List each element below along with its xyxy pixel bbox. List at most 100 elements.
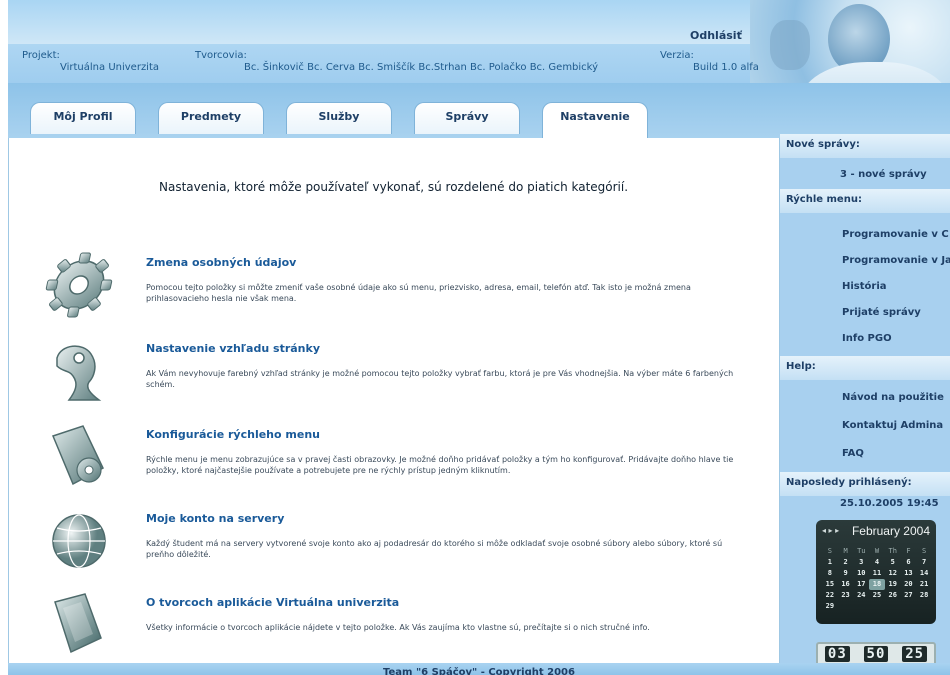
tab-nastavenie[interactable]: Nastavenie (542, 102, 648, 138)
globe-icon (52, 514, 106, 568)
calendar-day[interactable]: 25 (869, 590, 885, 601)
calendar-day[interactable]: 28 (916, 590, 932, 601)
calendar-weekday: W (874, 547, 880, 555)
calendar-day[interactable]: 29 (822, 601, 838, 612)
folder-gear-icon (51, 425, 104, 486)
section-personal-data: Zmena osobných údajov Pomocou tejto polo… (39, 250, 759, 330)
calendar-day[interactable]: 4 (869, 557, 885, 568)
calendar-day[interactable]: 5 (885, 557, 901, 568)
calendar-weekday: M (843, 547, 848, 555)
news-link[interactable]: 3 - nové správy (840, 169, 927, 180)
calendar-day[interactable]: 20 (901, 579, 917, 590)
quick-item-received[interactable]: Prijaté správy (842, 307, 921, 318)
section-authors: O tvorcoch aplikácie Virtuálna univerzit… (39, 590, 759, 670)
calendar-day[interactable]: 9 (838, 568, 854, 579)
tab-spravy[interactable]: Správy (414, 102, 520, 134)
calendar-widget: ◂ ▸ ▸ February 2004 S M Tu W Th F S 1 2 3 4 5 6 7 8 9 10… (816, 520, 936, 624)
calendar-day[interactable]: 6 (901, 557, 917, 568)
right-sidebar: Nové správy: 3 - nové správy Rýchle menu… (780, 134, 950, 666)
section-title-link[interactable]: Konfigurácie rýchleho menu (146, 428, 320, 441)
calendar-day[interactable]: 11 (869, 568, 885, 579)
calendar-week-row: 22 23 24 25 26 27 28 (822, 590, 932, 601)
help-item-manual[interactable]: Návod na použitie (842, 392, 944, 403)
calendar-week-row: 1234567 (822, 557, 932, 568)
calendar-weekday: S (827, 547, 832, 555)
calendar-day (838, 601, 854, 612)
section-quick-menu: Konfigurácie rýchleho menu Rýchle menu j… (39, 422, 759, 502)
tab-moj-profil[interactable]: Môj Profil (30, 102, 136, 134)
calendar-day[interactable]: 2 (838, 557, 854, 568)
calendar-weekday: Th (888, 547, 897, 555)
calendar-day (901, 601, 917, 612)
quick-item-info-pgo[interactable]: Info PGO (842, 333, 892, 344)
tab-sluzby[interactable]: Služby (286, 102, 392, 134)
calendar-day[interactable]: 1 (822, 557, 838, 568)
gear-icon (45, 252, 113, 318)
section-title-link[interactable]: Zmena osobných údajov (146, 256, 296, 269)
page-footer: Team "6 Spáčov" - Copyright 2006 (8, 663, 950, 675)
calendar-day[interactable]: 13 (901, 568, 917, 579)
clock-hours: 03 (824, 646, 850, 662)
help-item-faq[interactable]: FAQ (842, 448, 864, 459)
calendar-day[interactable]: 18 (869, 579, 885, 590)
quick-menu-heading: Rýchle menu: (780, 189, 950, 213)
calendar-day[interactable]: 17 (853, 579, 869, 590)
calendar-week-row: 15 16 17 18 19 20 21 (822, 579, 932, 590)
clock-seconds: 25 (902, 646, 928, 662)
news-heading: Nové správy: (780, 134, 950, 158)
section-description: Pomocou tejto položky si môžte zmeniť va… (146, 283, 691, 303)
logout-link[interactable]: Odhlásiť (690, 29, 742, 42)
calendar-day[interactable]: 8 (822, 568, 838, 579)
project-value: Virtuálna Univerzita (60, 62, 160, 73)
calendar-day[interactable]: 22 (822, 590, 838, 601)
calendar-day (916, 601, 932, 612)
version-value: Build 1.0 alfa (693, 62, 759, 73)
calendar-day[interactable]: 14 (916, 568, 932, 579)
quick-item-history[interactable]: História (842, 281, 887, 292)
main-content: Nastavenia, ktoré môže používateľ vykona… (8, 138, 780, 663)
last-login-value: 25.10.2005 19:45 (840, 498, 939, 509)
calendar-day[interactable]: 24 (853, 590, 869, 601)
quick-item-c[interactable]: Programovanie v C (842, 229, 949, 240)
section-appearance: Nastavenie vzhľadu stránky Ak Vám nevyho… (39, 336, 759, 416)
calendar-day[interactable]: 27 (901, 590, 917, 601)
calendar-weekday-row: S M Tu W Th F S (822, 546, 932, 557)
help-heading: Help: (780, 356, 950, 380)
authors-label: Tvorcovia: (195, 50, 247, 61)
last-login-heading: Naposledy prihlásený: (780, 472, 950, 496)
section-description: Ak Vám nevyhovuje farebný vzhľad stránky… (146, 369, 734, 389)
folder-icon (54, 593, 102, 654)
authors-value: Bc. Šinkovič Bc. Cerva Bc. Smiščík Bc.St… (244, 62, 599, 73)
help-item-contact[interactable]: Kontaktuj Admina (842, 420, 943, 431)
section-title-link[interactable]: Nastavenie vzhľadu stránky (146, 342, 320, 355)
calendar-day[interactable]: 15 (822, 579, 838, 590)
calendar-day[interactable]: 10 (853, 568, 869, 579)
section-server-account: Moje konto na servery Každý študent má n… (39, 506, 759, 586)
calendar-week-row: 8 9 10 11 12 13 14 (822, 568, 932, 579)
section-description: Rýchle menu je menu zobrazujúce sa v pra… (146, 455, 734, 475)
calendar-weekday: Tu (857, 547, 866, 555)
section-title-link[interactable]: Moje konto na servery (146, 512, 284, 525)
project-label: Projekt: (22, 50, 60, 61)
version-label: Verzia: (660, 50, 694, 61)
calendar-day[interactable]: 21 (916, 579, 932, 590)
calendar-weekday: F (906, 547, 911, 555)
section-description: Každý študent má na servery vytvorené sv… (146, 539, 723, 559)
calendar-day[interactable]: 26 (885, 590, 901, 601)
calendar-day[interactable]: 16 (838, 579, 854, 590)
quick-item-java[interactable]: Programovanie v Java (842, 255, 950, 266)
calendar-day[interactable]: 19 (885, 579, 901, 590)
section-description: Všetky informácie o tvorcoch aplikácie n… (146, 623, 650, 632)
calendar-day[interactable]: 3 (853, 557, 869, 568)
section-title-link[interactable]: O tvorcoch aplikácie Virtuálna univerzit… (146, 596, 399, 609)
tab-predmety[interactable]: Predmety (158, 102, 264, 134)
calendar-week-row: 29 (822, 601, 932, 612)
calendar-month: February 2004 (851, 524, 930, 538)
calendar-day (885, 601, 901, 612)
calendar-day[interactable]: 23 (838, 590, 854, 601)
appearance-icon (56, 345, 102, 401)
page-intro: Nastavenia, ktoré môže používateľ vykona… (159, 180, 629, 194)
clock-minutes: 50 (863, 646, 889, 662)
calendar-day[interactable]: 12 (885, 568, 901, 579)
calendar-day[interactable]: 7 (916, 557, 932, 568)
